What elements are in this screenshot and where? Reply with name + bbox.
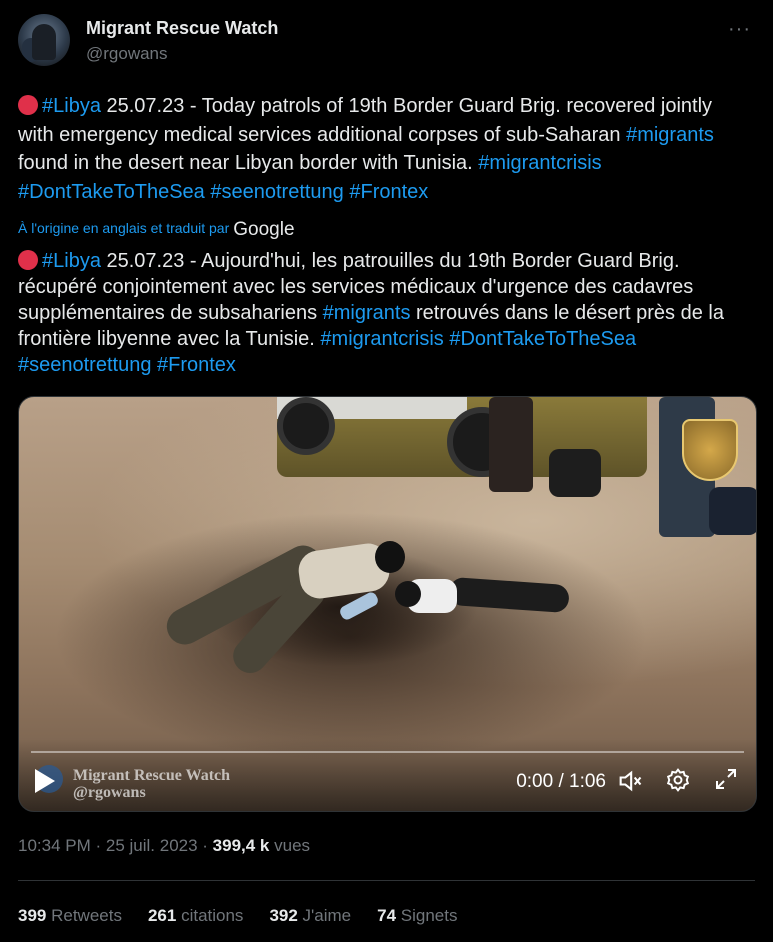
fullscreen-icon[interactable] [712,767,740,795]
google-logo: Google [233,219,295,240]
quotes-count: 261 [147,906,177,925]
tweet-time[interactable]: 10:34 PM [18,836,91,855]
border-guard-emblem-icon [682,419,738,481]
video-scene-bag [709,487,756,535]
video-controls: Migrant Rescue Watch @rgowans 0:00 / 1:0… [19,739,756,811]
video-time: 0:00 / 1:06 [516,771,606,793]
tweet-text-segment: 25.07.23 - Today patrols of 19th Border … [18,95,713,146]
bookmarks-stat[interactable]: 74 Signets [377,906,457,926]
engagement-stats: 399 Retweets 261 citations 392 J'aime 74… [18,906,458,926]
hashtag-link[interactable]: #seenotrettung [18,354,151,376]
volume-icon[interactable] [616,767,644,795]
hashtag-link[interactable]: #DontTakeToTheSea [449,328,636,350]
translation-note[interactable]: À l'origine en anglais et traduit par Goo… [18,219,295,241]
hashtag-link[interactable]: #Frontex [157,354,236,376]
video-progress-bar[interactable] [31,751,744,753]
more-horizontal-icon[interactable]: ··· [728,18,751,41]
hashtag-link[interactable]: #migrantcrisis [478,152,601,174]
video-scene-wheel [277,397,335,455]
likes-count: 392 [269,906,298,925]
hashtag-link[interactable]: #migrants [626,124,714,146]
duration: 1:06 [569,771,606,792]
divider [18,880,755,881]
video-player[interactable]: Migrant Rescue Watch @rgowans 0:00 / 1:0… [18,396,757,812]
tweet-date[interactable]: 25 juil. 2023 [106,836,198,855]
bookmarks-count: 74 [377,906,397,925]
red-circle-emoji-icon [18,95,38,115]
watermark-line: @rgowans [73,784,146,801]
hashtag-link[interactable]: #Libya [42,250,101,272]
hashtag-link[interactable]: #Frontex [349,181,428,203]
tweet-header: Migrant Rescue Watch @rgowans ··· [18,14,755,70]
hashtag-link[interactable]: #seenotrettung [210,181,343,203]
tweet-text-translated: #Libya 25.07.23 - Aujourd'hui, les patro… [18,248,751,378]
hashtag-link[interactable]: #Libya [42,95,101,117]
tweet-text-original: #Libya 25.07.23 - Today patrols of 19th … [18,92,751,206]
hashtag-link[interactable]: #DontTakeToTheSea [18,181,205,203]
views-count: 399,4 k [212,836,270,855]
quotes-stat[interactable]: 261 citations [148,906,243,926]
likes-label: J'aime [297,906,352,925]
retweets-label: Retweets [46,906,122,925]
video-scene-bag [549,449,601,497]
meta-separator: · [90,836,106,855]
author-name[interactable]: Migrant Rescue Watch [86,18,278,39]
likes-stat[interactable]: 392 J'aime [269,906,351,926]
hashtag-link[interactable]: #migrantcrisis [320,328,443,350]
avatar[interactable] [18,14,70,66]
red-circle-emoji-icon [18,250,38,270]
watermark-line: Migrant Rescue Watch [73,767,231,784]
video-scene-person [489,397,533,492]
views-label: vues [269,836,311,855]
tweet-text-segment: found in the desert near Libyan border w… [18,152,479,174]
hashtag-link[interactable]: #migrants [323,302,411,324]
retweets-count: 399 [18,906,47,925]
meta-separator: · [197,836,213,855]
retweets-stat[interactable]: 399 Retweets [18,906,122,926]
current-time: 0:00 [516,771,554,792]
gear-icon[interactable] [664,767,692,795]
bookmarks-label: Signets [396,906,458,925]
video-scene-figure [395,575,579,625]
time-separator: / [553,771,570,792]
translation-note-text: À l'origine en anglais et traduit par [18,220,230,236]
video-watermark: Migrant Rescue Watch @rgowans [73,767,230,801]
quotes-label: citations [176,906,244,925]
tweet-meta: 10:34 PM · 25 juil. 2023 · 399,4 k vues [18,836,310,856]
author-handle[interactable]: @rgowans [86,44,168,64]
play-icon[interactable] [35,769,55,793]
